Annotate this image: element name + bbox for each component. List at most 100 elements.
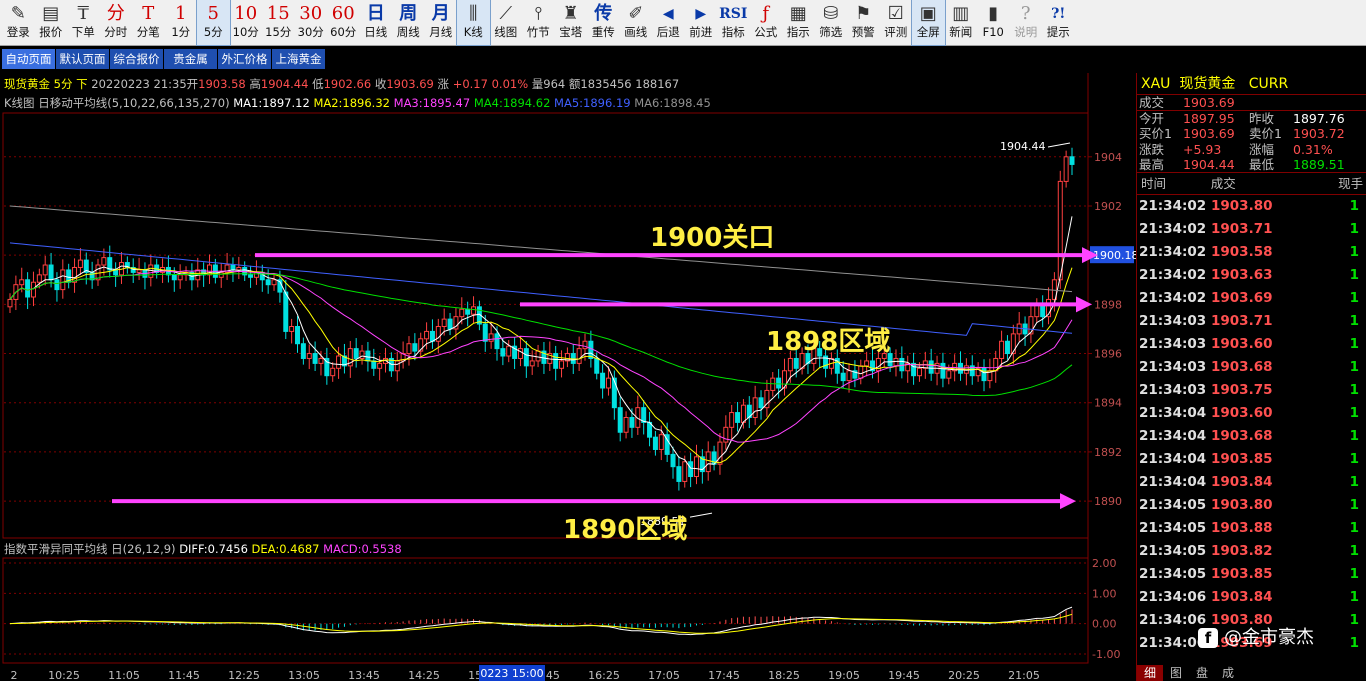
- candle-body: [682, 461, 688, 482]
- candle-body: [447, 318, 453, 330]
- candle-body: [177, 274, 183, 281]
- tick-row: 21:34:04 1903.84 1: [1137, 471, 1366, 494]
- quote-stat-v2: 0.31%: [1293, 141, 1333, 157]
- tick-time: 21:34:02: [1139, 220, 1207, 237]
- candle-body: [670, 453, 676, 468]
- tick-time: 21:34:03: [1139, 358, 1207, 375]
- macd-menu-icon[interactable]: 日: [111, 542, 123, 556]
- annotation-label: 1900关口: [650, 223, 774, 253]
- candle-body: [752, 397, 758, 418]
- x-tick-label: 13:05: [288, 669, 320, 681]
- candle-body: [500, 348, 506, 357]
- open-interest: 188167: [635, 77, 680, 91]
- tick-time: 21:34:05: [1139, 565, 1207, 582]
- panel-tab-2[interactable]: 盘: [1189, 665, 1215, 681]
- candle-body: [787, 357, 793, 372]
- candle-body: [916, 367, 922, 377]
- x-tick-label: 17:45: [708, 669, 740, 681]
- tick-time: 21:34:04: [1139, 404, 1207, 421]
- candle-body: [840, 372, 846, 382]
- candle-body: [471, 306, 477, 315]
- quote-stat-row: 涨跌 +5.93 涨幅 0.31%: [1137, 142, 1366, 158]
- direction-label: 下: [76, 77, 88, 91]
- candle-body: [582, 340, 588, 350]
- tick-row: 21:34:03 1903.71 1: [1137, 310, 1366, 333]
- panel-tab-0[interactable]: 细: [1137, 665, 1163, 681]
- tick-time: 21:34:02: [1139, 266, 1207, 283]
- candle-body: [693, 456, 699, 478]
- tick-price: 1903.71: [1211, 312, 1273, 329]
- indicator-name[interactable]: 移动平均线: [50, 96, 108, 110]
- ma2-legend: MA2:1896.32: [313, 96, 390, 110]
- quote-panel-title: XAU 现货黄金 CURR: [1137, 73, 1366, 95]
- macd-indicator-name[interactable]: 指数平滑异同平均线: [4, 542, 108, 556]
- tick-qty: 1: [1349, 220, 1359, 237]
- quote-panel: XAU 现货黄金 CURR 成交 1903.69 今开 1897.95 昨收 1897…: [1136, 73, 1366, 681]
- tick-qty: 1: [1349, 565, 1359, 582]
- panel-tab-1[interactable]: 图: [1163, 665, 1189, 681]
- quote-stat-k: 今开: [1139, 110, 1165, 126]
- macd-tick-label: -1.00: [1092, 648, 1120, 661]
- candle-body: [394, 360, 400, 372]
- candle-body: [60, 269, 66, 291]
- candle-body: [999, 340, 1005, 359]
- panel-tabs: 细图盘成: [1137, 665, 1366, 681]
- candle-body: [858, 365, 864, 379]
- tick-qty: 1: [1349, 496, 1359, 513]
- tick-price: 1903.68: [1211, 358, 1273, 375]
- ticks-header-time: 时间: [1141, 175, 1167, 191]
- main-pane-frame: [2, 112, 1089, 539]
- max-price-pointer: [1047, 142, 1071, 148]
- candle-body: [465, 308, 471, 315]
- candle-body: [611, 377, 617, 409]
- tick-price: 1903.63: [1211, 266, 1273, 283]
- candle-body: [652, 436, 658, 450]
- tick-qty: 1: [1349, 197, 1359, 214]
- candle-body: [529, 360, 535, 367]
- dea-legend: DEA:0.4687: [251, 542, 320, 556]
- x-tick-label: 10:25: [48, 669, 80, 681]
- candle-body: [623, 416, 629, 433]
- tick-row: 21:34:04 1903.85 1: [1137, 448, 1366, 471]
- tick-time: 21:34:05: [1139, 519, 1207, 536]
- quote-stat-v2: 1897.76: [1293, 110, 1345, 126]
- tick-qty: 1: [1349, 427, 1359, 444]
- low-value: 1902.66: [323, 77, 372, 91]
- ma-line-ma6: [9, 205, 1073, 293]
- ticks-list[interactable]: 21:34:02 1903.80 1 21:34:02 1903.71 1 21:34:02…: [1137, 195, 1366, 655]
- annotation-arrow-head: [1076, 296, 1092, 313]
- quote-stat-v2: 1903.72: [1293, 126, 1345, 141]
- candle-body: [136, 269, 142, 273]
- candle-body: [101, 257, 107, 266]
- tick-price: 1903.88: [1211, 519, 1273, 536]
- candle-body: [535, 350, 541, 362]
- volume-value: 964: [543, 77, 566, 91]
- diff-legend: DIFF:0.7456: [179, 542, 248, 556]
- ticks-header-price: 成交: [1210, 175, 1236, 191]
- min-price-pointer: [689, 512, 713, 518]
- candle-body: [318, 357, 324, 364]
- quote-stat-row: 今开 1897.95 昨收 1897.76: [1137, 111, 1366, 127]
- tick-price: 1903.60: [1211, 335, 1273, 352]
- indicator-menu-icon[interactable]: 日: [38, 96, 50, 110]
- candle-body: [676, 466, 682, 482]
- x-tick-label: 18:25: [768, 669, 800, 681]
- low-label: 低: [312, 77, 324, 91]
- candle-body: [559, 360, 565, 369]
- candle-body: [265, 279, 271, 286]
- tick-row: 21:34:02 1903.69 1: [1137, 287, 1366, 310]
- panel-tab-3[interactable]: 成: [1215, 665, 1241, 681]
- tick-qty: 1: [1349, 404, 1359, 421]
- change-label: 涨: [437, 77, 450, 91]
- candle-body: [25, 279, 31, 298]
- tick-price: 1903.68: [1211, 427, 1273, 444]
- x-tick-label: 16:25: [588, 669, 620, 681]
- y-tick-label: 1890: [1094, 495, 1122, 508]
- open-label: 开: [186, 77, 199, 91]
- y-tick-label: 1894: [1094, 397, 1122, 410]
- candle-body: [482, 323, 488, 342]
- candle-body: [717, 441, 723, 465]
- symbol-name: 现货黄金: [1179, 76, 1236, 92]
- y-tick-label: 1896: [1094, 348, 1122, 361]
- amount-label: 额: [568, 77, 581, 91]
